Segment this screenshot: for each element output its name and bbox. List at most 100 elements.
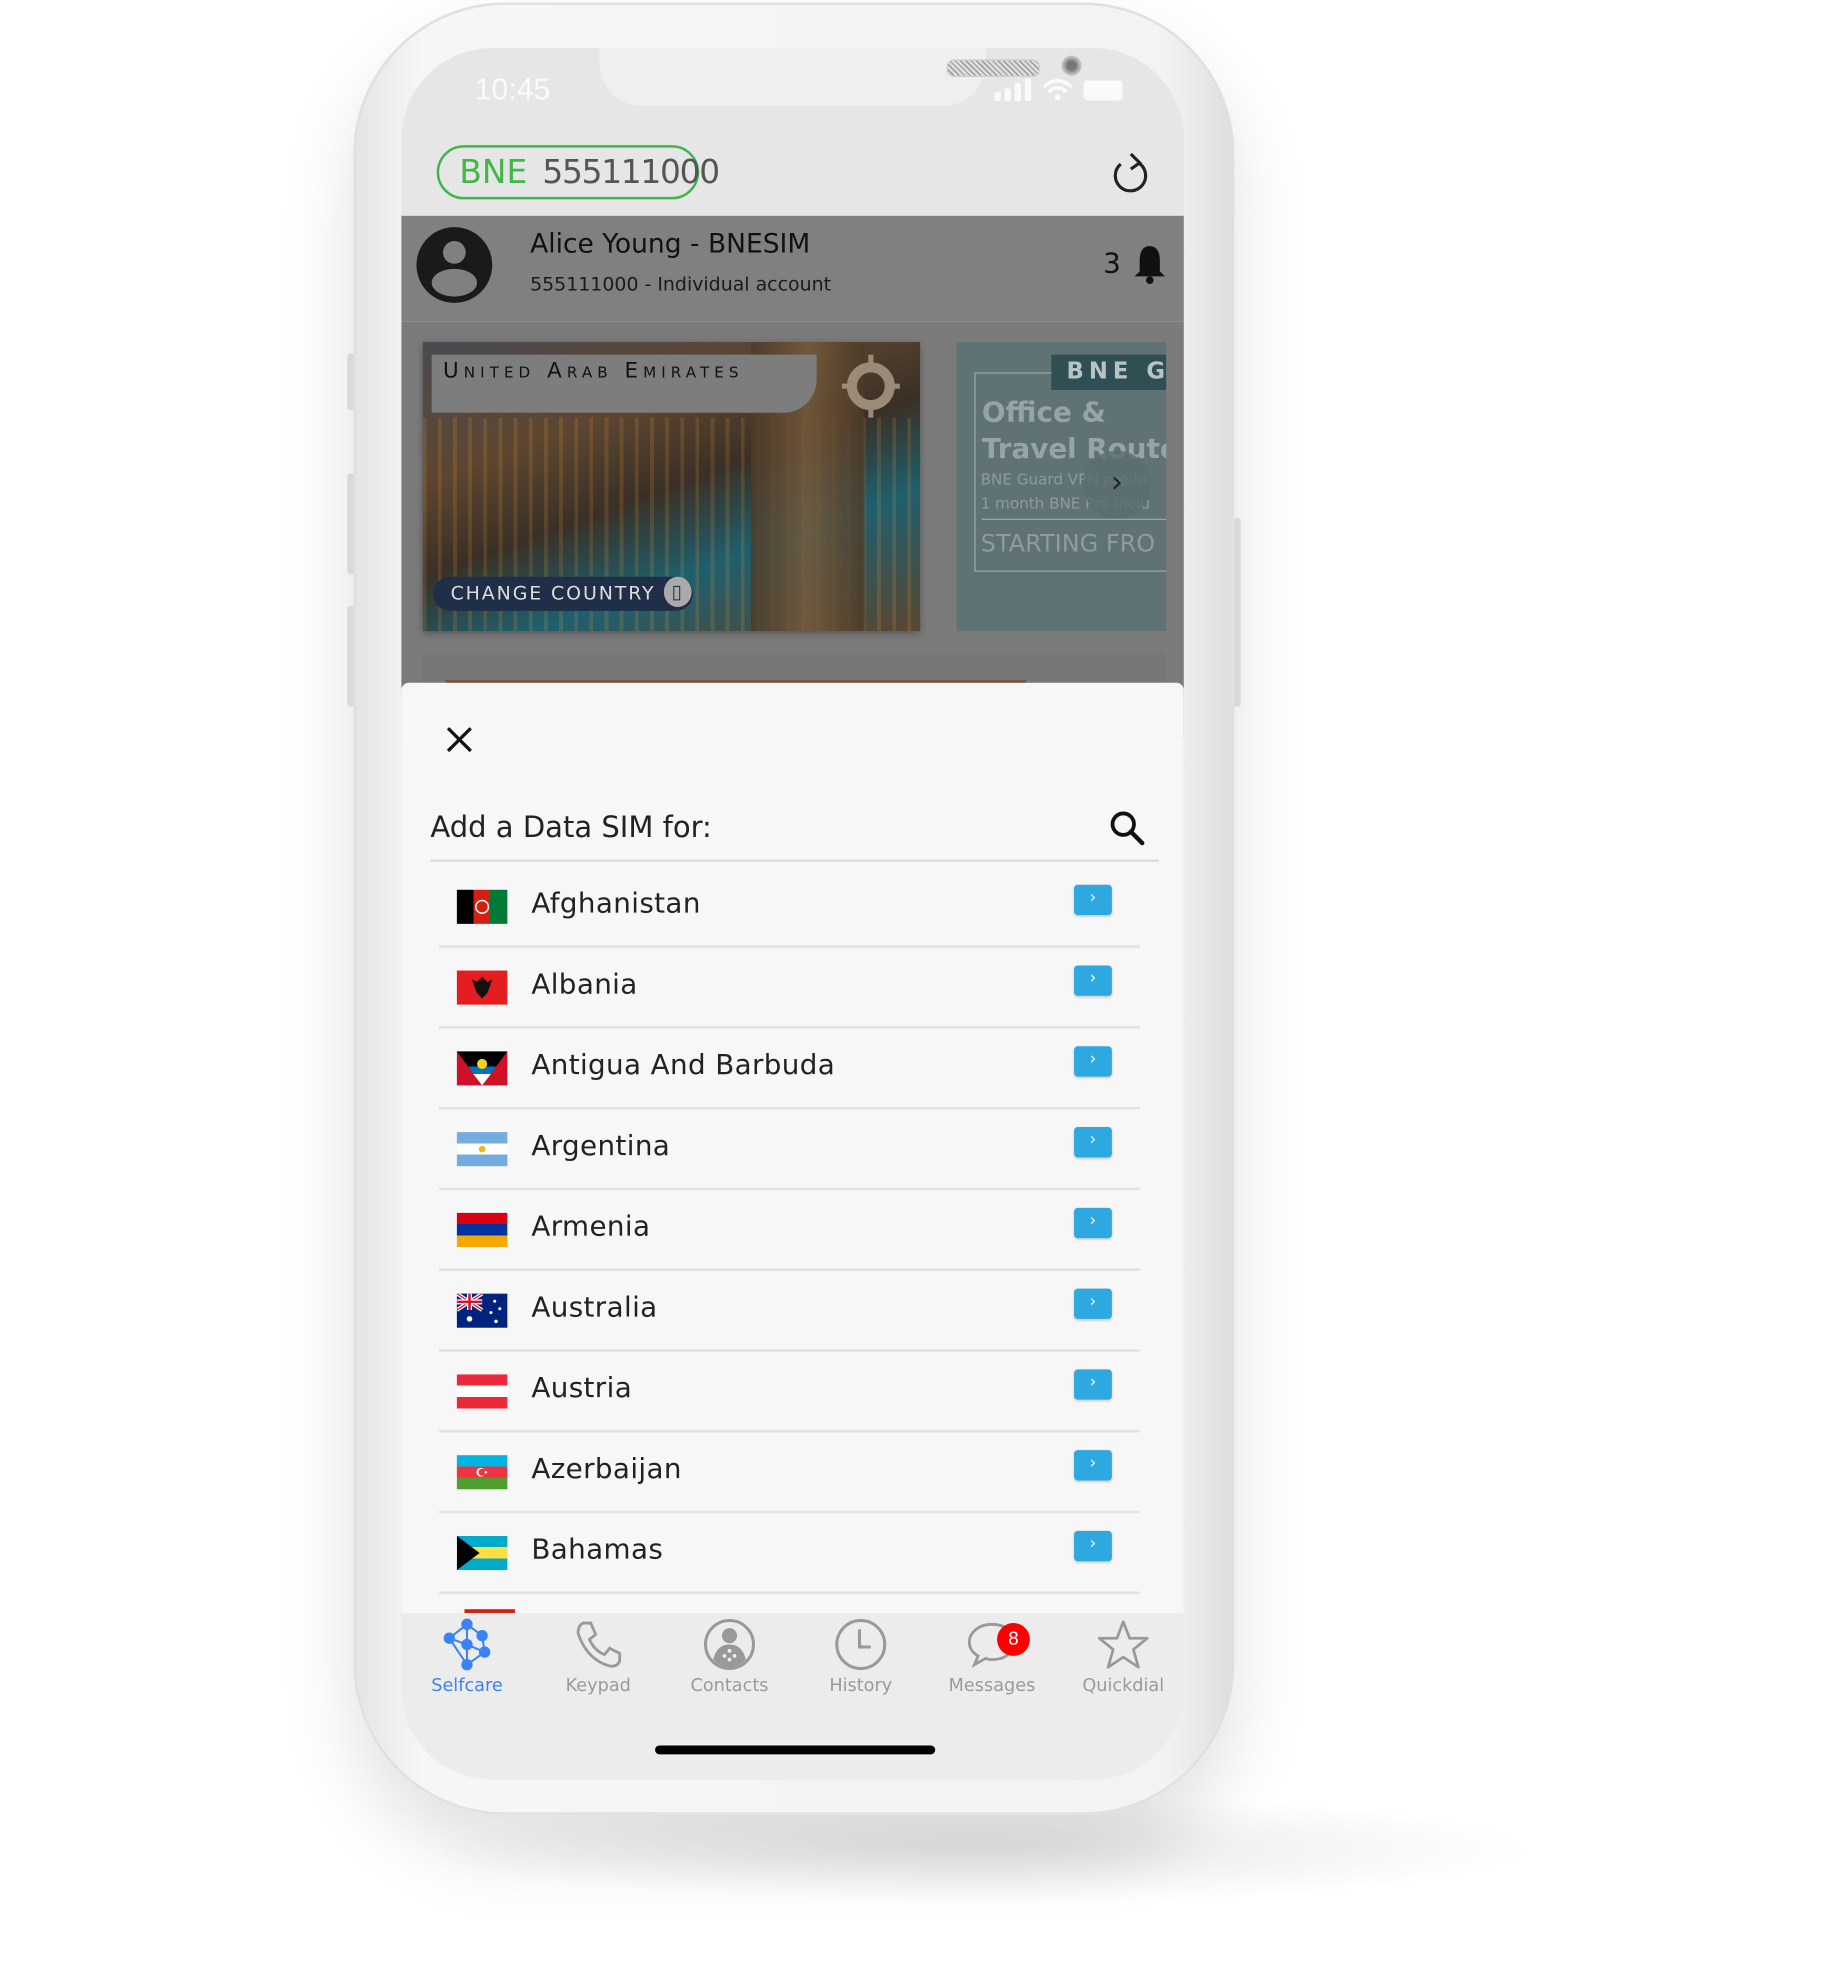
flag-az-icon bbox=[456, 1455, 508, 1490]
phone-icon bbox=[576, 1621, 622, 1668]
tab-quickdial[interactable]: Quickdial bbox=[1058, 1618, 1184, 1696]
tab-label: Quickdial bbox=[1082, 1676, 1165, 1697]
notch bbox=[599, 47, 1082, 107]
chevron-right-icon: › bbox=[1110, 464, 1124, 500]
country-list: Afghanistan › Albania › Antigua And Barbuda ›… bbox=[439, 867, 1140, 1595]
flag-at-icon bbox=[456, 1374, 508, 1409]
front-camera bbox=[1061, 55, 1082, 76]
user-icon bbox=[431, 241, 478, 297]
flag-ar-icon bbox=[456, 1132, 508, 1167]
map-icon: ▯ bbox=[663, 576, 692, 608]
account-bar[interactable]: Alice Young - BNESIM 555111000 - Individ… bbox=[401, 215, 1184, 322]
select-country-button[interactable]: › bbox=[1074, 884, 1112, 916]
battery-icon bbox=[1082, 78, 1124, 101]
flag-bs-icon bbox=[456, 1535, 508, 1571]
app-screen: 10:45 BNE 555111000 Alice Young - BNESIM… bbox=[401, 47, 1184, 1780]
tab-history[interactable]: History bbox=[795, 1618, 926, 1696]
tab-label: Messages bbox=[948, 1676, 1036, 1697]
chevron-right-icon: › bbox=[1089, 1534, 1097, 1554]
tab-selfcare[interactable]: Selfcare bbox=[401, 1618, 532, 1696]
country-row[interactable]: Bahamas › bbox=[439, 1513, 1140, 1595]
brand-label: BNE bbox=[459, 153, 528, 192]
country-row[interactable]: Australia › bbox=[439, 1271, 1140, 1352]
chevron-right-icon: › bbox=[1089, 1050, 1097, 1069]
star-icon bbox=[1097, 1620, 1149, 1669]
country-name: Azerbaijan bbox=[531, 1453, 682, 1486]
promo-badge: BNE G bbox=[1051, 354, 1167, 390]
select-country-button[interactable]: › bbox=[1074, 1127, 1112, 1158]
banner-carousel: United Arab Emirates CHANGE COUNTRY ▯ BN… bbox=[401, 321, 1184, 739]
tab-label: Selfcare bbox=[431, 1676, 503, 1697]
select-country-button[interactable]: › bbox=[1074, 1450, 1112, 1481]
country-row[interactable]: Antigua And Barbuda › bbox=[439, 1029, 1140, 1110]
country-name: Australia bbox=[531, 1292, 658, 1324]
close-icon[interactable] bbox=[444, 724, 474, 754]
country-row[interactable]: Armenia › bbox=[439, 1190, 1140, 1271]
tab-label: Contacts bbox=[690, 1676, 769, 1697]
country-name: Albania bbox=[531, 969, 638, 1001]
country-row[interactable]: Austria › bbox=[439, 1352, 1140, 1433]
flag-am-icon bbox=[456, 1212, 508, 1247]
chevron-right-icon: › bbox=[1089, 1292, 1097, 1312]
tab-messages[interactable]: 8 Messages bbox=[926, 1618, 1057, 1696]
search-underline bbox=[430, 859, 1159, 863]
country-row[interactable]: Albania › bbox=[439, 948, 1140, 1029]
avatar[interactable] bbox=[416, 227, 493, 303]
search-icon[interactable] bbox=[1109, 810, 1145, 846]
flag-af-icon bbox=[456, 889, 508, 924]
select-country-button[interactable]: › bbox=[1074, 965, 1112, 996]
bottom-tab-bar: Selfcare Keypad Contacts History 8 Messa… bbox=[401, 1612, 1184, 1780]
status-time: 10:45 bbox=[474, 73, 551, 108]
add-data-sim-sheet: Add a Data SIM for: Afghanistan › Albania ›… bbox=[401, 682, 1184, 1615]
country-name: Armenia bbox=[531, 1211, 651, 1244]
contacts-icon bbox=[703, 1619, 755, 1671]
country-name: Afghanistan bbox=[531, 888, 701, 921]
account-name: Alice Young - BNESIM bbox=[530, 228, 811, 259]
signal-icon bbox=[994, 78, 1032, 101]
home-indicator[interactable] bbox=[655, 1745, 936, 1755]
locate-icon[interactable] bbox=[841, 354, 900, 418]
promo-card[interactable]: BNE G Office &Travel Router BNE Guard VP… bbox=[956, 342, 1167, 632]
flag-au-icon bbox=[456, 1293, 508, 1328]
carousel-next-button[interactable]: › bbox=[1082, 450, 1152, 519]
chevron-right-icon: › bbox=[1089, 969, 1097, 989]
select-country-button[interactable]: › bbox=[1074, 1207, 1112, 1239]
country-card[interactable]: United Arab Emirates CHANGE COUNTRY ▯ bbox=[422, 342, 921, 632]
promo-cta: STARTING FRO bbox=[980, 530, 1156, 558]
country-name: Argentina bbox=[531, 1130, 671, 1163]
promo-divider bbox=[981, 518, 1167, 520]
messages-badge: 8 bbox=[997, 1623, 1030, 1656]
account-number-pill[interactable]: BNE 555111000 bbox=[436, 145, 720, 200]
select-country-button[interactable]: › bbox=[1074, 1530, 1112, 1562]
country-name: Bahamas bbox=[531, 1534, 664, 1567]
select-country-button[interactable]: › bbox=[1074, 1288, 1112, 1319]
chevron-right-icon: › bbox=[1089, 1211, 1097, 1231]
country-row[interactable]: Argentina › bbox=[439, 1109, 1140, 1191]
select-country-button[interactable]: › bbox=[1074, 1046, 1112, 1077]
flag-al-icon bbox=[456, 970, 508, 1005]
refresh-icon[interactable] bbox=[1108, 151, 1153, 199]
promo-headline-1: Office & bbox=[981, 397, 1106, 430]
chevron-right-icon: › bbox=[1089, 1373, 1097, 1393]
speaker bbox=[946, 59, 1040, 77]
country-row[interactable]: Azerbaijan › bbox=[439, 1432, 1140, 1514]
sheet-title: Add a Data SIM for: bbox=[430, 811, 712, 845]
clock-icon bbox=[835, 1619, 887, 1671]
change-country-label: CHANGE COUNTRY bbox=[450, 581, 656, 605]
phone-number: 555111000 bbox=[542, 153, 720, 192]
wifi-icon bbox=[1043, 78, 1073, 101]
change-country-button[interactable]: CHANGE COUNTRY ▯ bbox=[432, 576, 694, 611]
tab-keypad[interactable]: Keypad bbox=[533, 1618, 664, 1696]
country-name: Antigua And Barbuda bbox=[531, 1050, 836, 1082]
tab-contacts[interactable]: Contacts bbox=[664, 1618, 795, 1696]
chevron-right-icon: › bbox=[1089, 888, 1097, 908]
status-icons bbox=[994, 78, 1124, 101]
bell-icon[interactable] bbox=[1133, 244, 1166, 284]
country-name: United Arab Emirates bbox=[431, 354, 817, 413]
country-row[interactable]: Afghanistan › bbox=[439, 867, 1140, 948]
select-country-button[interactable]: › bbox=[1074, 1369, 1112, 1400]
notification-count: 3 bbox=[1103, 248, 1121, 281]
tab-label: History bbox=[829, 1676, 893, 1697]
network-icon bbox=[443, 1618, 491, 1671]
tab-label: Keypad bbox=[565, 1676, 631, 1697]
